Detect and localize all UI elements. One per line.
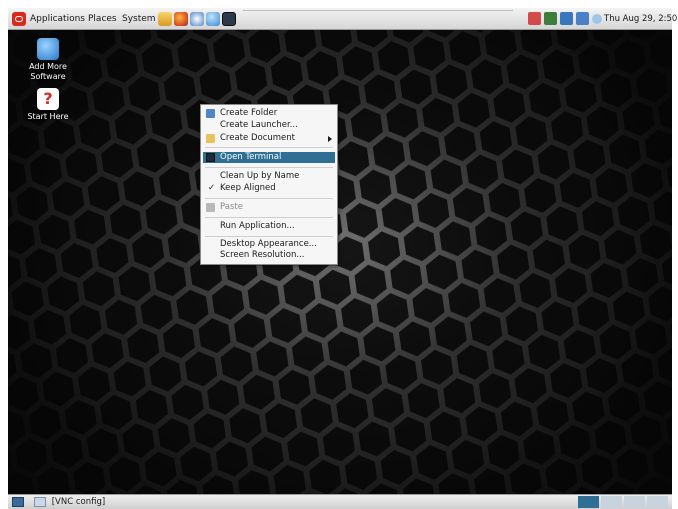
menu-label: Open Terminal: [220, 152, 282, 162]
terminal-launcher-icon[interactable]: [222, 12, 236, 26]
workspace-switcher[interactable]: [578, 496, 668, 508]
checkmark-icon: ✓: [208, 183, 216, 193]
screen: Add More Software ? Start Here Applicati…: [0, 0, 678, 509]
network-status-icon[interactable]: [528, 12, 541, 25]
desktop-icon-label: Start Here: [27, 112, 69, 121]
home-folder-icon[interactable]: [158, 12, 172, 26]
workspace-3[interactable]: [624, 496, 645, 508]
workspace-2[interactable]: [601, 496, 622, 508]
menu-label: Paste: [220, 202, 243, 212]
system-menu[interactable]: System: [122, 13, 156, 25]
menu-label: Create Document: [220, 133, 295, 143]
menu-separator: [205, 236, 333, 237]
desktop-context-menu: Create Folder Create Launcher... Create …: [200, 104, 338, 265]
menu-label: Run Application...: [220, 221, 295, 231]
taskbar-item-vnc-config[interactable]: [VNC config]: [34, 496, 164, 508]
menu-separator: [205, 217, 333, 218]
menu-separator: [205, 167, 333, 168]
terminal-icon: [206, 153, 215, 162]
submenu-arrow-icon: [328, 136, 332, 142]
menu-create-launcher[interactable]: Create Launcher...: [203, 120, 335, 131]
menu-keep-aligned[interactable]: ✓ Keep Aligned: [203, 183, 335, 194]
menu-label: Clean Up by Name: [220, 171, 300, 181]
clock[interactable]: Thu Aug 29, 2:50 PM: [604, 13, 678, 25]
oracle-logo-icon[interactable]: [12, 12, 26, 26]
menu-run-application[interactable]: Run Application...: [203, 221, 335, 232]
menu-screen-resolution[interactable]: Screen Resolution...: [203, 250, 335, 261]
power-icon[interactable]: [576, 12, 589, 25]
add-more-software-icon-item[interactable]: Add More Software: [13, 38, 83, 82]
desktop-icon-label: Add More: [29, 62, 67, 71]
clipboard-icon: [206, 203, 215, 212]
menu-desktop-appearance[interactable]: Desktop Appearance...: [203, 239, 335, 250]
firefox-icon[interactable]: [174, 12, 188, 26]
desktop-icon-label: Software: [30, 72, 66, 81]
update-notifier-icon[interactable]: [544, 12, 557, 25]
document-icon: [206, 134, 215, 143]
menu-separator: [205, 198, 333, 199]
panel-divider: [243, 10, 513, 11]
software-update-icon: [37, 38, 59, 60]
volume-icon[interactable]: [560, 12, 573, 25]
menu-label: Keep Aligned: [220, 183, 276, 193]
show-desktop-icon[interactable]: [12, 497, 24, 507]
help-question-icon: ?: [37, 88, 59, 110]
top-panel: Applications Places System Thu Aug 29, 2…: [8, 8, 678, 30]
applications-menu[interactable]: Applications: [30, 13, 85, 25]
desktop-background[interactable]: Add More Software ? Start Here: [8, 30, 672, 494]
bottom-panel: [VNC config]: [8, 494, 672, 509]
menu-label: Create Launcher...: [220, 120, 298, 130]
mail-icon[interactable]: [190, 12, 204, 26]
menu-create-folder[interactable]: Create Folder: [203, 108, 335, 119]
start-here-icon-item[interactable]: ? Start Here: [13, 88, 83, 122]
menu-label: Screen Resolution...: [220, 250, 305, 260]
menu-label: Desktop Appearance...: [220, 239, 317, 249]
menu-open-terminal[interactable]: Open Terminal: [203, 152, 335, 163]
window-icon: [34, 496, 46, 507]
hex-wallpaper: [8, 30, 672, 494]
weather-icon[interactable]: [592, 14, 602, 24]
workspace-1[interactable]: [578, 496, 599, 508]
menu-separator: [205, 147, 333, 148]
menu-clean-up-by-name[interactable]: Clean Up by Name: [203, 171, 335, 182]
taskbar-item-label: [VNC config]: [51, 497, 106, 507]
folder-icon: [206, 109, 215, 118]
places-menu[interactable]: Places: [88, 13, 117, 25]
workspace-4[interactable]: [647, 496, 668, 508]
menu-create-document[interactable]: Create Document: [203, 133, 335, 144]
menu-paste[interactable]: Paste: [203, 202, 335, 213]
menu-label: Create Folder: [220, 108, 278, 118]
update-icon[interactable]: [206, 12, 220, 26]
